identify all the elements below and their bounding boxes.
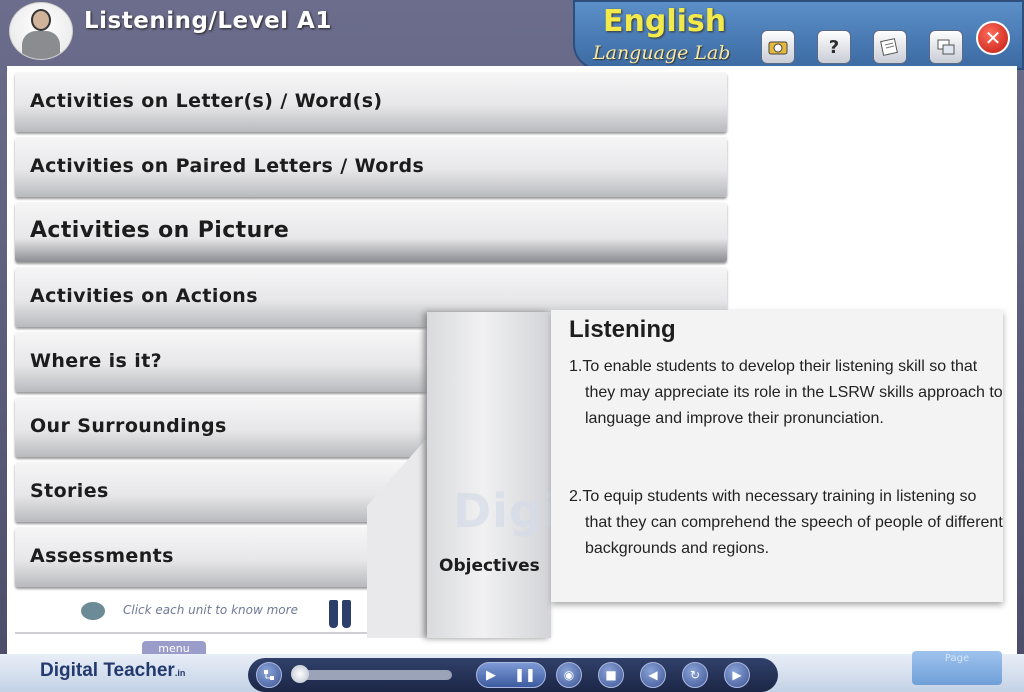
menu-item-label: Activities on Actions (30, 285, 258, 307)
menu-item-label: Stories (30, 480, 109, 502)
footsteps-icon (329, 598, 353, 628)
objectives-tab[interactable]: Objectives (427, 312, 551, 638)
progress-knob[interactable] (291, 665, 310, 683)
media-player: ▶ ❚❚ ◉ ■ ◀ ↻ ▶ (248, 658, 778, 692)
menu-item-label: Activities on Picture (30, 218, 290, 243)
page-label: Page (944, 653, 970, 664)
pause-icon: ❚❚ (514, 667, 536, 683)
window-icon[interactable] (929, 30, 963, 64)
progress-track[interactable] (292, 670, 452, 680)
digital-teacher-logo: Digital Teacher.in (40, 660, 185, 682)
brand-sub: Language Lab (593, 42, 731, 64)
hint-text: Click each unit to know more (123, 603, 298, 617)
playlist-icon[interactable] (256, 662, 282, 688)
notes-svg (880, 38, 898, 56)
menu-item-picture[interactable]: Activities on Picture (15, 202, 727, 262)
header: Listening/Level A1 English Language Lab … (0, 0, 1024, 70)
page-box[interactable]: Page (912, 651, 1002, 685)
listening-avatar-icon (9, 2, 73, 60)
window-svg (937, 39, 955, 55)
menu-item-label: Our Surroundings (30, 415, 227, 437)
listen-icon (81, 602, 105, 620)
notes-icon[interactable] (873, 30, 907, 64)
brand-main: English (603, 4, 727, 39)
volume-icon[interactable]: ◉ (556, 662, 582, 688)
hint-bar: Click each unit to know more (15, 596, 367, 634)
menu-item-label: Assessments (30, 545, 174, 567)
help-icon[interactable]: ? (817, 30, 851, 64)
prev-icon[interactable]: ◀ (640, 662, 666, 688)
objectives-heading: Listening (569, 316, 676, 343)
menu-item-letters-words[interactable]: Activities on Letter(s) / Word(s) (15, 72, 727, 132)
objectives-tab-label: Objectives (439, 556, 540, 576)
objective-point: 1.To enable students to develop their li… (569, 358, 1003, 427)
logo-text: Digital Teacher (40, 660, 175, 681)
content-area: Activities on Letter(s) / Word(s) Activi… (7, 66, 1017, 654)
close-icon[interactable]: ✕ (976, 21, 1010, 55)
stop-icon[interactable]: ■ (598, 662, 624, 688)
page-title: Listening/Level A1 (84, 8, 332, 34)
camera-svg (768, 41, 788, 55)
objective-point: 2.To equip students with necessary train… (569, 488, 1003, 557)
menu-item-label: Activities on Letter(s) / Word(s) (30, 90, 383, 112)
menu-item-label: Activities on Paired Letters / Words (30, 155, 425, 177)
replay-icon[interactable]: ↻ (682, 662, 708, 688)
play-pause-button[interactable]: ▶ ❚❚ (476, 662, 546, 688)
camera-icon[interactable] (761, 30, 795, 64)
next-icon[interactable]: ▶ (724, 662, 750, 688)
play-icon: ▶ (486, 667, 497, 683)
playlist-svg (264, 670, 274, 680)
menu-item-paired-letters[interactable]: Activities on Paired Letters / Words (15, 137, 727, 197)
brand-panel: English Language Lab ? (573, 0, 1024, 70)
objectives-panel: Listening 1.To enable students to develo… (551, 310, 1003, 602)
logo-suffix: .in (174, 668, 186, 678)
menu-item-label: Where is it? (30, 350, 163, 372)
avatar-head (31, 9, 51, 31)
avatar-body (22, 31, 60, 59)
